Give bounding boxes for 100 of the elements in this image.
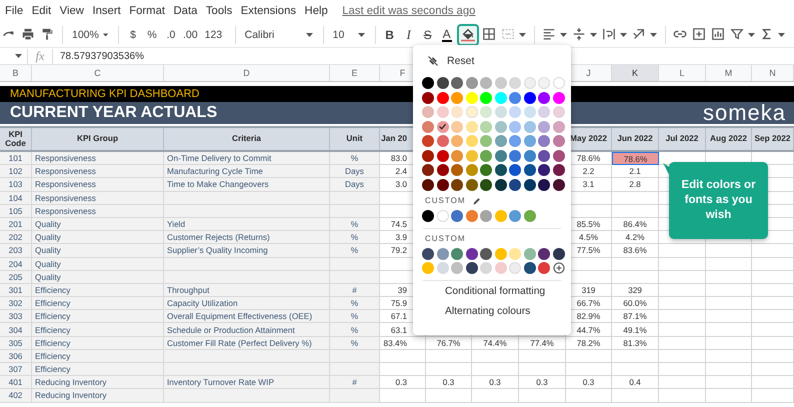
color-swatch[interactable] [509,164,521,176]
color-swatch[interactable] [552,120,564,132]
color-swatch[interactable] [494,210,506,222]
color-swatch[interactable] [524,120,536,132]
color-swatch[interactable] [422,77,434,89]
color-swatch[interactable] [494,77,506,89]
color-swatch[interactable] [538,178,550,190]
column-header[interactable]: E [330,65,380,81]
color-swatch[interactable] [451,164,463,176]
color-swatch[interactable] [552,135,564,147]
column-header[interactable]: D [164,65,330,81]
percent-button[interactable]: % [143,24,161,46]
color-swatch[interactable] [524,262,536,274]
color-swatch[interactable] [509,106,521,118]
menu-item[interactable]: File [5,5,24,17]
color-swatch[interactable] [422,120,434,132]
color-swatch[interactable] [538,164,550,176]
column-header[interactable]: L [659,65,706,81]
color-swatch[interactable] [466,120,478,132]
color-swatch[interactable] [538,248,550,260]
color-swatch[interactable] [524,106,536,118]
color-swatch[interactable] [552,106,564,118]
color-swatch[interactable] [494,92,506,104]
color-swatch[interactable] [538,120,550,132]
color-swatch[interactable] [466,150,478,162]
color-swatch[interactable] [524,164,536,176]
formula-input[interactable]: 78.57937903536% [60,50,144,62]
color-swatch[interactable] [552,178,564,190]
color-swatch[interactable] [436,120,448,132]
color-swatch[interactable] [451,135,463,147]
color-swatch[interactable] [422,92,434,104]
color-swatch[interactable] [538,135,550,147]
color-swatch[interactable] [480,92,492,104]
color-swatch[interactable] [451,210,463,222]
color-swatch[interactable] [480,210,492,222]
color-swatch[interactable] [451,106,463,118]
color-swatch[interactable] [422,150,434,162]
color-swatch[interactable] [480,150,492,162]
column-header[interactable]: C [32,65,164,81]
color-swatch[interactable] [436,135,448,147]
color-swatch[interactable] [524,92,536,104]
color-swatch[interactable] [538,77,550,89]
font-size-dropdown[interactable]: 10 [328,24,369,46]
color-swatch[interactable] [480,248,492,260]
color-swatch[interactable] [494,178,506,190]
decimal-less-button[interactable]: .0 [162,24,180,46]
menu-item[interactable]: Tools [206,5,232,17]
color-swatch[interactable] [480,106,492,118]
color-swatch[interactable] [422,248,434,260]
color-swatch[interactable] [451,262,463,274]
color-swatch[interactable] [524,178,536,190]
column-header[interactable]: B [0,65,32,81]
color-swatch[interactable] [422,178,434,190]
color-swatch[interactable] [509,178,521,190]
menu-item[interactable]: Insert [92,5,121,17]
color-swatch[interactable] [466,164,478,176]
number-format-dropdown[interactable]: 123 [200,24,229,46]
color-swatch[interactable] [422,135,434,147]
color-swatch[interactable] [466,248,478,260]
currency-button[interactable]: $ [124,24,142,46]
color-swatch[interactable] [494,150,506,162]
color-swatch[interactable] [480,120,492,132]
color-swatch[interactable] [436,248,448,260]
color-swatch[interactable] [494,135,506,147]
column-header[interactable]: K [612,65,659,81]
color-swatch[interactable] [422,262,434,274]
menu-item[interactable]: Help [304,5,328,17]
color-swatch[interactable] [466,135,478,147]
color-swatch[interactable] [422,210,434,222]
color-swatch[interactable] [552,92,564,104]
color-swatch[interactable] [509,262,521,274]
column-header[interactable]: N [752,65,794,81]
color-swatch[interactable] [422,106,434,118]
color-swatch[interactable] [538,106,550,118]
color-swatch[interactable] [422,164,434,176]
color-swatch[interactable] [466,77,478,89]
color-swatch[interactable] [494,262,506,274]
color-swatch[interactable] [451,150,463,162]
color-swatch[interactable] [451,92,463,104]
color-swatch[interactable] [436,262,448,274]
color-swatch[interactable] [480,262,492,274]
decimal-more-button[interactable]: .00 [181,24,200,46]
menu-item[interactable]: Format [129,5,166,17]
color-swatch[interactable] [552,248,564,260]
pencil-icon[interactable] [472,196,482,206]
strike-button[interactable]: S [418,24,437,46]
color-swatch[interactable] [466,106,478,118]
color-swatch[interactable] [451,178,463,190]
color-swatch[interactable] [552,150,564,162]
color-swatch[interactable] [480,77,492,89]
color-swatch[interactable] [552,77,564,89]
color-swatch[interactable] [436,77,448,89]
menu-item[interactable]: View [60,5,84,17]
color-swatch[interactable] [538,262,550,274]
color-swatch[interactable] [436,106,448,118]
color-swatch[interactable] [480,164,492,176]
color-swatch[interactable] [509,77,521,89]
color-swatch[interactable] [509,135,521,147]
color-swatch[interactable] [538,150,550,162]
color-swatch[interactable] [466,210,478,222]
